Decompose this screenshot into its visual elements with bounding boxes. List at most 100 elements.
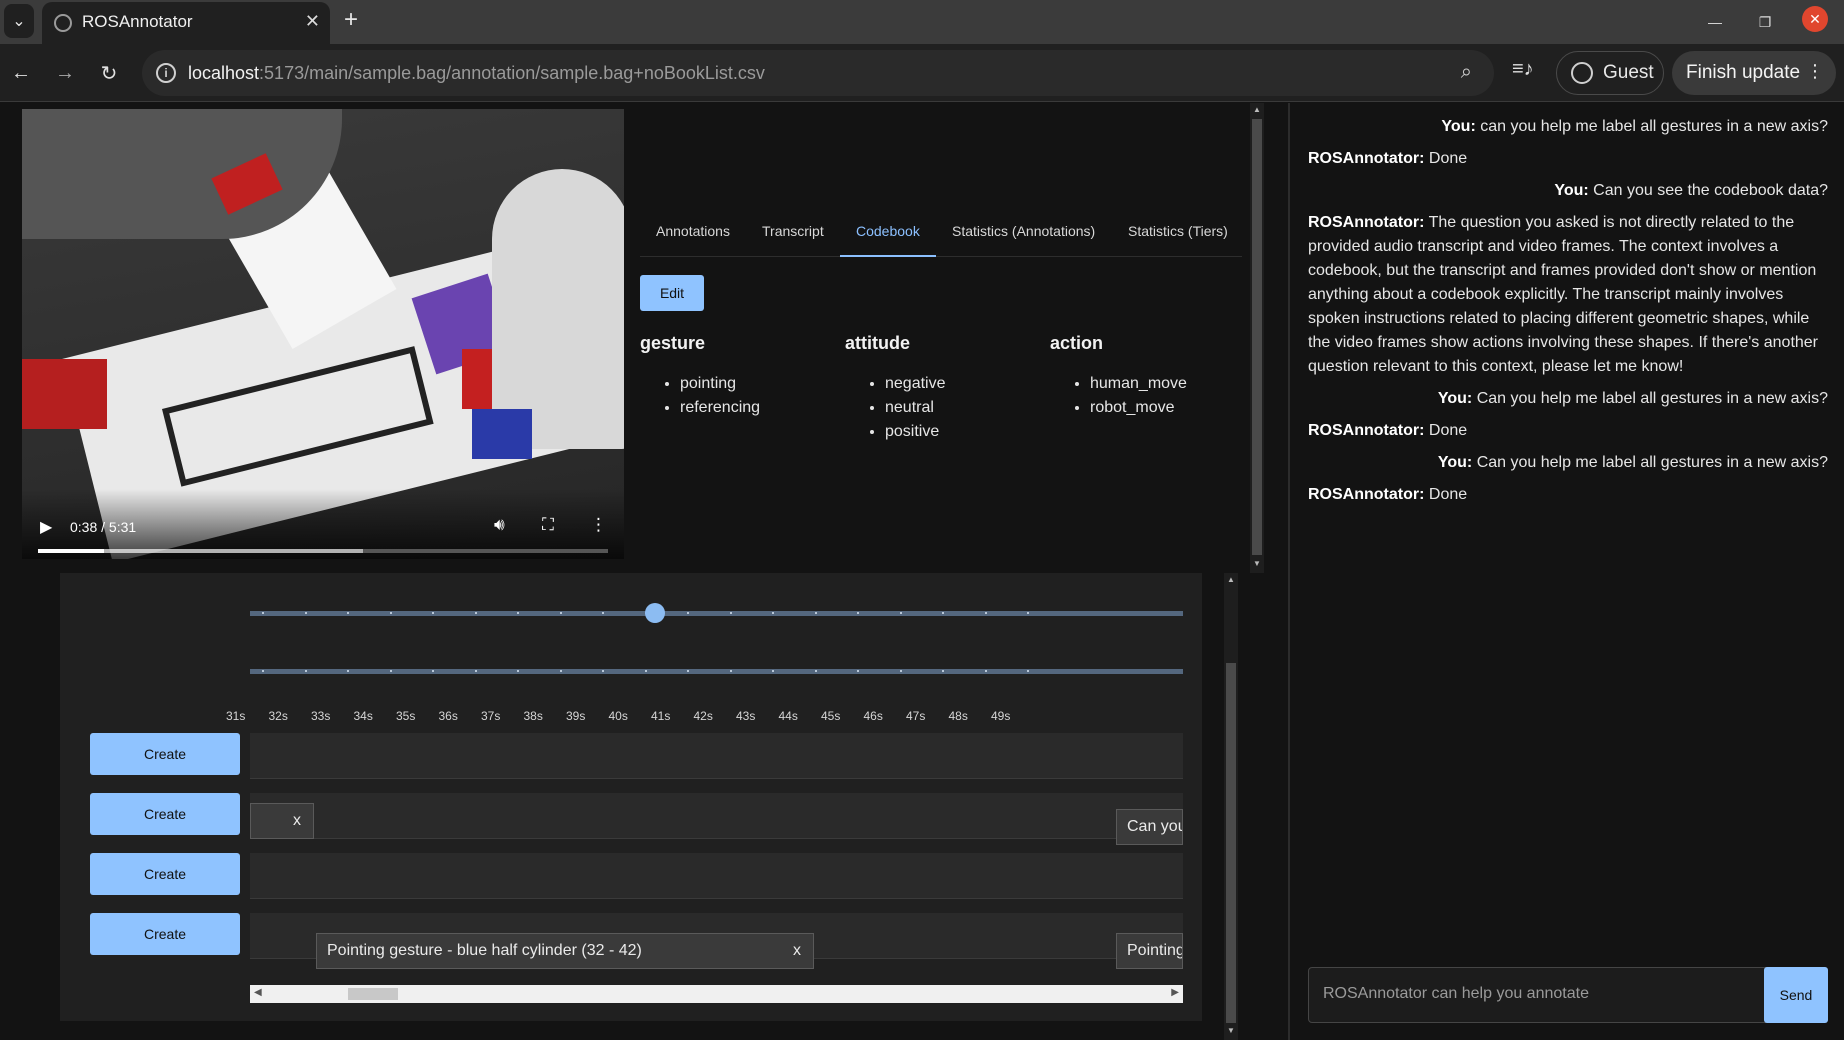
finish-update-button[interactable]: Finish update ⋮	[1672, 51, 1836, 95]
codebook-category-title: action	[1050, 333, 1104, 353]
page-scrollbar[interactable]: ▲ ▼	[1224, 573, 1238, 1040]
chat-message-user: You: Can you see the codebook data?	[1554, 182, 1828, 199]
volume-icon[interactable]: 🔊︎	[494, 515, 505, 535]
codebook-item: robot_move	[1090, 396, 1250, 420]
more-icon[interactable]: ⋮	[1806, 61, 1824, 82]
scroll-down-icon[interactable]: ▼	[1226, 1026, 1236, 1038]
delete-segment-icon[interactable]: x	[293, 812, 301, 830]
timeline-tick-dot	[517, 612, 519, 614]
annotation-segment[interactable]: Pointing	[1116, 933, 1183, 969]
send-button[interactable]: Send	[1764, 967, 1828, 1023]
playhead-knob[interactable]	[644, 603, 665, 623]
page-scrollbar-thumb[interactable]	[1226, 663, 1236, 1023]
back-icon[interactable]: ←	[6, 58, 36, 88]
timeline-tick-dot	[474, 670, 477, 672]
tier-row[interactable]: Pointing gesture - blue half cylinder (3…	[250, 913, 1183, 969]
timeline-tick-dot	[814, 670, 817, 672]
create-button[interactable]: Create	[90, 793, 240, 835]
timeline-tick-label: 39s	[566, 709, 586, 723]
timeline-tick-dot	[432, 612, 434, 614]
timeline-horizontal-scrollbar[interactable]: ◀ ▶	[250, 985, 1183, 1003]
tab-statistics-tiers[interactable]: Statistics (Tiers)	[1128, 223, 1228, 239]
chat-message-assistant: ROSAnnotator: Done	[1308, 486, 1468, 503]
video-more-icon[interactable]: ⋮	[590, 515, 607, 535]
scroll-down-icon[interactable]: ▼	[1252, 559, 1262, 571]
tier-row[interactable]: x Can you	[250, 793, 1183, 845]
scroll-up-icon[interactable]: ▲	[1252, 105, 1262, 117]
timeline-tick-dot	[347, 670, 349, 672]
video-player[interactable]: ▶ 0:38 / 5:31 🔊︎ ⛶ ⋮	[22, 109, 624, 559]
minimize-icon[interactable]: —	[1700, 8, 1730, 36]
chat-input[interactable]: ROSAnnotator can help you annotate	[1308, 967, 1770, 1023]
timeline-tick-dot	[602, 670, 604, 672]
close-icon[interactable]: ✕	[305, 11, 320, 32]
tab-annotations[interactable]: Annotations	[656, 223, 730, 239]
codebook-category: attitude negative neutral positive	[845, 333, 1045, 444]
timeline-tick-dot	[474, 612, 477, 614]
timeline-tick-dot	[347, 612, 349, 614]
info-icon[interactable]: i	[156, 63, 176, 83]
zoom-icon[interactable]: ⌕	[1461, 61, 1472, 84]
panel-scrollbar[interactable]: ▲ ▼	[1250, 103, 1264, 573]
create-button[interactable]: Create	[90, 913, 240, 955]
reload-icon[interactable]: ↻	[94, 58, 124, 88]
window-close-icon[interactable]: ✕	[1802, 6, 1828, 32]
annotation-segment[interactable]: Can you	[1116, 809, 1183, 845]
codebook-category-title: gesture	[640, 333, 706, 353]
browser-tabstrip: ⌄ ROSAnnotator ✕ + — ❐ ✕	[0, 0, 1844, 44]
scroll-left-icon[interactable]: ◀	[254, 987, 262, 998]
timeline-tick-dot	[389, 612, 392, 614]
panel-scrollbar-thumb[interactable]	[1252, 119, 1262, 555]
timeline-tick-dot	[304, 612, 307, 614]
scroll-up-icon[interactable]: ▲	[1226, 575, 1236, 587]
range-slider[interactable]	[250, 669, 1183, 674]
timeline-tick-label: 34s	[353, 709, 373, 723]
panel-tabs: Annotations Transcript Codebook Statisti…	[640, 211, 1242, 257]
timeline-tick-dot	[517, 670, 519, 672]
restore-icon[interactable]: ❐	[1750, 8, 1780, 36]
chat-message-user: You: Can you help me label all gestures …	[1437, 390, 1828, 407]
timeline-tick-label: 35s	[396, 709, 416, 723]
tab-codebook[interactable]: Codebook	[856, 223, 920, 239]
media-control-icon[interactable]: ≡♪	[1512, 58, 1534, 81]
timeline-tick-dot	[899, 612, 902, 614]
annotation-segment[interactable]: x	[250, 803, 314, 839]
app-root: ▶ 0:38 / 5:31 🔊︎ ⛶ ⋮ Annotations Transcr…	[0, 103, 1844, 1040]
profile-button[interactable]: Guest	[1556, 51, 1664, 95]
codebook-item: pointing	[680, 372, 840, 396]
fullscreen-icon[interactable]: ⛶	[542, 515, 554, 535]
delete-segment-icon[interactable]: x	[793, 942, 801, 960]
timeline-tick-label: 40s	[608, 709, 628, 723]
browser-tab[interactable]: ROSAnnotator ✕	[42, 2, 330, 44]
timeline-tick-dot	[814, 612, 817, 614]
annotation-segment[interactable]: Pointing gesture - blue half cylinder (3…	[316, 933, 814, 969]
playhead-slider[interactable]	[250, 611, 1183, 616]
profile-icon	[1571, 62, 1593, 84]
create-button[interactable]: Create	[90, 733, 240, 775]
timeline-scroll-thumb[interactable]	[348, 988, 398, 1000]
tab-transcript[interactable]: Transcript	[762, 223, 824, 239]
timeline-tick-dot	[1027, 670, 1029, 672]
new-tab-icon[interactable]: +	[344, 6, 358, 34]
tab-title: ROSAnnotator	[82, 12, 193, 31]
play-icon[interactable]: ▶	[40, 517, 52, 537]
timeline-tick-dot	[942, 670, 944, 672]
edit-codebook-button[interactable]: Edit	[640, 275, 704, 311]
forward-icon[interactable]: →	[50, 58, 80, 88]
address-bar[interactable]: i localhost:5173/main/sample.bag/annotat…	[142, 50, 1494, 96]
video-frame-robot	[492, 169, 624, 449]
scroll-right-icon[interactable]: ▶	[1171, 987, 1179, 998]
tier-row[interactable]	[250, 733, 1183, 779]
tab-statistics-annotations[interactable]: Statistics (Annotations)	[952, 223, 1095, 239]
timeline-tick-dot	[942, 612, 944, 614]
create-button[interactable]: Create	[90, 853, 240, 895]
chat-message-assistant: ROSAnnotator: Done	[1308, 422, 1468, 439]
codebook-item: referencing	[680, 396, 840, 420]
browser-toolbar: ← → ↻ i localhost:5173/main/sample.bag/a…	[0, 44, 1844, 102]
url-text: localhost:5173/main/sample.bag/annotatio…	[188, 63, 765, 83]
annotation-segment-label: Pointing gesture - blue half cylinder (3…	[327, 942, 642, 959]
timeline-tick-label: 42s	[693, 709, 713, 723]
tier-row[interactable]	[250, 853, 1183, 899]
video-seek-bar[interactable]	[38, 549, 608, 553]
tab-search-icon[interactable]: ⌄	[4, 4, 34, 38]
